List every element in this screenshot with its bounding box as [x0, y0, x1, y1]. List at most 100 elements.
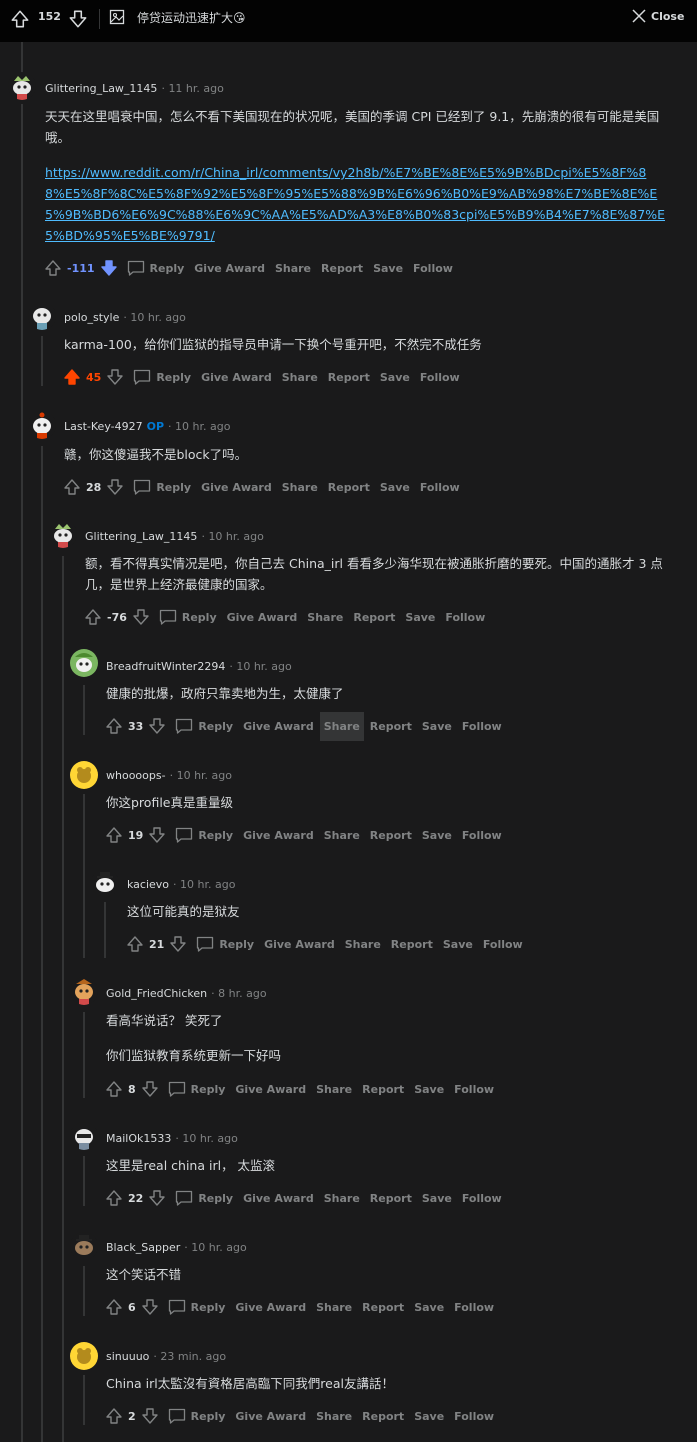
avatar[interactable]: [70, 1232, 98, 1260]
report-button[interactable]: Report: [321, 262, 363, 275]
reply-button[interactable]: Reply: [175, 718, 233, 734]
downvote-icon[interactable]: [140, 1297, 160, 1317]
share-button[interactable]: Share: [307, 611, 343, 624]
report-button[interactable]: Report: [362, 1301, 404, 1314]
follow-button[interactable]: Follow: [462, 829, 502, 842]
give-award-button[interactable]: Give Award: [235, 1410, 306, 1423]
downvote-icon[interactable]: [140, 1406, 160, 1426]
avatar[interactable]: [49, 520, 77, 548]
close-button[interactable]: Close: [632, 9, 684, 23]
username[interactable]: whoooops-: [106, 769, 166, 782]
username[interactable]: sinuuuo: [106, 1350, 149, 1363]
avatar[interactable]: [70, 1342, 98, 1370]
report-button[interactable]: Report: [353, 611, 395, 624]
avatar[interactable]: [70, 977, 98, 1005]
save-button[interactable]: Save: [422, 720, 452, 733]
threadline[interactable]: [62, 556, 64, 1442]
downvote-icon[interactable]: [131, 607, 151, 627]
give-award-button[interactable]: Give Award: [243, 829, 314, 842]
upvote-icon[interactable]: [83, 607, 103, 627]
threadline[interactable]: [83, 1012, 85, 1098]
threadline[interactable]: [83, 1156, 85, 1206]
username[interactable]: kacievo: [127, 878, 169, 891]
upvote-icon[interactable]: [104, 1297, 124, 1317]
reply-button[interactable]: Reply: [168, 1408, 225, 1424]
timestamp[interactable]: · 10 hr. ago: [173, 878, 235, 891]
save-button[interactable]: Save: [380, 481, 410, 494]
share-button[interactable]: Share: [282, 371, 318, 384]
username[interactable]: polo_style: [64, 311, 119, 324]
report-button[interactable]: Report: [370, 720, 412, 733]
give-award-button[interactable]: Give Award: [235, 1301, 306, 1314]
timestamp[interactable]: · 10 hr. ago: [170, 769, 232, 782]
share-button[interactable]: Share: [345, 938, 381, 951]
give-award-button[interactable]: Give Award: [201, 481, 272, 494]
username[interactable]: Gold_FriedChicken: [106, 987, 207, 1000]
threadline[interactable]: [21, 104, 23, 1442]
downvote-icon[interactable]: [67, 8, 89, 30]
avatar[interactable]: [28, 302, 56, 330]
save-button[interactable]: Save: [380, 371, 410, 384]
save-button[interactable]: Save: [422, 829, 452, 842]
save-button[interactable]: Save: [414, 1083, 444, 1096]
give-award-button[interactable]: Give Award: [243, 720, 314, 733]
username[interactable]: Glittering_Law_1145: [45, 82, 157, 95]
give-award-button[interactable]: Give Award: [227, 611, 298, 624]
downvote-icon[interactable]: [147, 825, 167, 845]
share-button[interactable]: Share: [319, 711, 364, 741]
reply-button[interactable]: Reply: [133, 479, 191, 495]
report-button[interactable]: Report: [328, 481, 370, 494]
username[interactable]: Black_Sapper: [106, 1241, 180, 1254]
downvote-icon[interactable]: [99, 258, 119, 278]
avatar[interactable]: [28, 411, 56, 439]
comment-link[interactable]: https://www.reddit.com/r/China_irl/comme…: [45, 165, 665, 243]
reply-button[interactable]: Reply: [168, 1299, 225, 1315]
follow-button[interactable]: Follow: [454, 1083, 494, 1096]
downvote-icon[interactable]: [140, 1079, 160, 1099]
upvote-icon[interactable]: [62, 367, 82, 387]
reply-button[interactable]: Reply: [133, 369, 191, 385]
reply-button[interactable]: Reply: [196, 936, 254, 952]
give-award-button[interactable]: Give Award: [243, 1192, 314, 1205]
downvote-icon[interactable]: [147, 716, 167, 736]
follow-button[interactable]: Follow: [445, 611, 485, 624]
downvote-icon[interactable]: [147, 1188, 167, 1208]
timestamp[interactable]: · 10 hr. ago: [175, 1132, 237, 1145]
share-button[interactable]: Share: [316, 1083, 352, 1096]
follow-button[interactable]: Follow: [413, 262, 453, 275]
upvote-icon[interactable]: [104, 716, 124, 736]
threadline[interactable]: [104, 902, 106, 958]
downvote-icon[interactable]: [105, 367, 125, 387]
threadline[interactable]: [83, 1266, 85, 1316]
downvote-icon[interactable]: [168, 934, 188, 954]
timestamp[interactable]: · 11 hr. ago: [161, 82, 223, 95]
avatar[interactable]: [91, 869, 119, 897]
report-button[interactable]: Report: [328, 371, 370, 384]
upvote-icon[interactable]: [43, 258, 63, 278]
threadline[interactable]: [41, 336, 43, 386]
save-button[interactable]: Save: [414, 1301, 444, 1314]
upvote-icon[interactable]: [125, 934, 145, 954]
timestamp[interactable]: · 8 hr. ago: [211, 987, 266, 1000]
timestamp[interactable]: · 10 hr. ago: [184, 1241, 246, 1254]
avatar[interactable]: [8, 72, 36, 100]
timestamp[interactable]: · 10 hr. ago: [123, 311, 185, 324]
reply-button[interactable]: Reply: [159, 609, 217, 625]
give-award-button[interactable]: Give Award: [194, 262, 265, 275]
reply-button[interactable]: Reply: [168, 1081, 225, 1097]
upvote-icon[interactable]: [62, 477, 82, 497]
follow-button[interactable]: Follow: [454, 1410, 494, 1423]
save-button[interactable]: Save: [443, 938, 473, 951]
upvote-icon[interactable]: [9, 8, 31, 30]
upvote-icon[interactable]: [104, 1079, 124, 1099]
share-button[interactable]: Share: [324, 1192, 360, 1205]
timestamp[interactable]: · 23 min. ago: [153, 1350, 226, 1363]
follow-button[interactable]: Follow: [420, 481, 460, 494]
reply-button[interactable]: Reply: [175, 827, 233, 843]
avatar[interactable]: [70, 761, 98, 789]
upvote-icon[interactable]: [104, 1406, 124, 1426]
share-button[interactable]: Share: [316, 1410, 352, 1423]
username[interactable]: MailOk1533: [106, 1132, 171, 1145]
report-button[interactable]: Report: [370, 1192, 412, 1205]
timestamp[interactable]: · 10 hr. ago: [201, 530, 263, 543]
